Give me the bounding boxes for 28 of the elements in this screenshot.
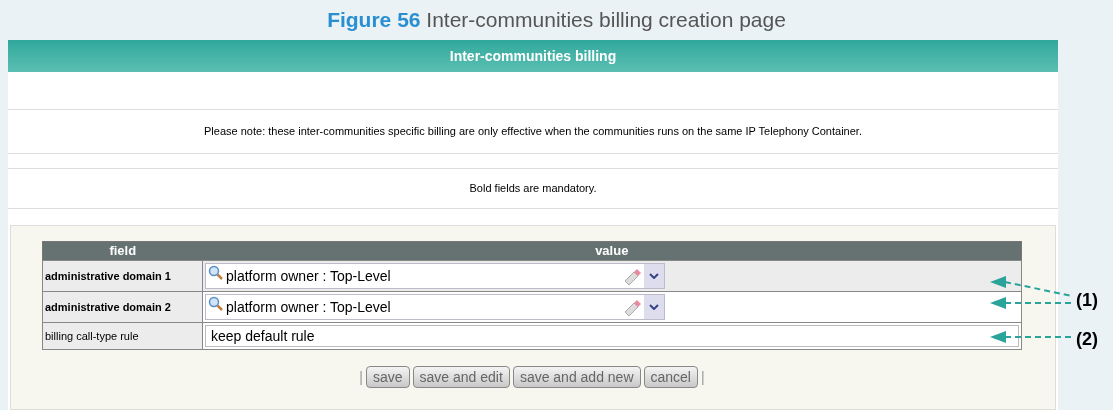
column-header: value — [202, 241, 1022, 261]
form-button[interactable]: save and add new — [512, 366, 641, 388]
column-header: field — [42, 241, 203, 261]
eraser-icon — [622, 266, 642, 286]
lookup-field[interactable]: platform owner : Top-Level — [205, 263, 665, 289]
dropdown-button[interactable] — [644, 264, 664, 288]
separator: | — [701, 367, 705, 387]
field-label: billing call-type rule — [42, 322, 203, 350]
note-text: Please note: these inter-communities specific billing are only effective when the communities runs on the same IP Telephony Container. — [204, 124, 862, 140]
callout-label: (1) — [1076, 289, 1098, 312]
text-field[interactable]: keep default rule — [205, 325, 1019, 347]
figure-caption: Figure 56 Inter-communities billing creation page — [326, 7, 787, 34]
form-button[interactable]: save and edit — [412, 366, 510, 388]
field-label: administrative domain 1 — [42, 260, 203, 292]
callout-label: (2) — [1076, 328, 1098, 351]
eraser-icon — [622, 297, 642, 317]
panel-title: Inter-communities billing — [449, 46, 617, 66]
separator: | — [359, 367, 363, 387]
lookup-field[interactable]: platform owner : Top-Level — [205, 294, 665, 320]
search-icon — [208, 265, 224, 281]
form-button[interactable]: cancel — [643, 366, 698, 388]
note-text: Bold fields are mandatory. — [469, 181, 597, 197]
form-button[interactable]: save — [366, 366, 410, 388]
chevron-down-icon — [649, 304, 659, 310]
chevron-down-icon — [649, 273, 659, 279]
field-label: administrative domain 2 — [42, 291, 203, 323]
dropdown-button[interactable] — [644, 295, 664, 319]
search-icon — [208, 296, 224, 312]
